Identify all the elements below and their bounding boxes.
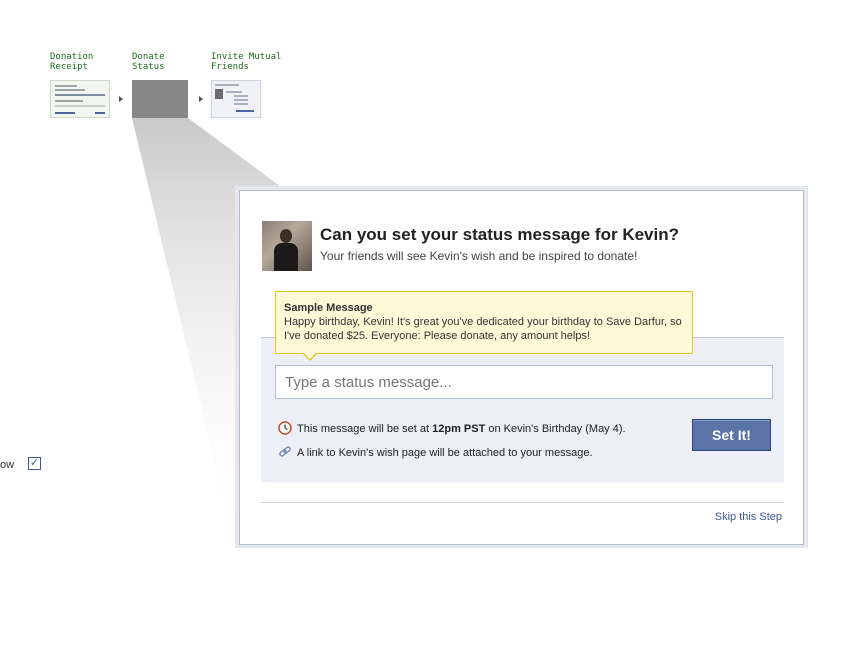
schedule-suffix: on Kevin's Birthday (May 4). (485, 423, 626, 435)
sample-heading: Sample Message (284, 302, 373, 314)
step-label-donation-receipt: Donation Receipt (50, 52, 94, 72)
schedule-note: This message will be set at 12pm PST on … (278, 421, 626, 435)
sample-message-tooltip: Sample Message Happy birthday, Kevin! It… (275, 291, 693, 354)
dialog-title: Can you set your status message for Kevi… (320, 225, 679, 244)
sample-body: Happy birthday, Kevin! It's great you've… (284, 316, 682, 342)
link-note: A link to Kevin's wish page will be atta… (278, 445, 593, 459)
dialog-subtitle: Your friends will see Kevin's wish and b… (320, 249, 638, 263)
link-note-text: A link to Kevin's wish page will be atta… (297, 447, 593, 459)
checkbox[interactable]: ✓ (28, 457, 41, 470)
step-label-invite-friends: Invite Mutual Friends (211, 52, 282, 72)
thumbnail-invite-friends[interactable] (211, 80, 261, 118)
cutoff-label: ow (0, 459, 15, 471)
flow-arrow-icon (199, 96, 203, 102)
status-dialog: Can you set your status message for Kevi… (239, 190, 804, 545)
schedule-prefix: This message will be set at (297, 423, 433, 435)
set-it-button[interactable]: Set It! (692, 419, 771, 451)
link-icon (279, 446, 291, 457)
step-label-donate-status: Donate Status (132, 52, 165, 72)
status-panel (261, 337, 784, 482)
skip-step-link[interactable]: Skip this Step (715, 511, 782, 523)
thumbnail-donate-status[interactable] (132, 80, 188, 118)
status-message-input[interactable] (275, 365, 773, 399)
divider (261, 502, 784, 503)
flow-arrow-icon (119, 96, 123, 102)
clock-icon (278, 421, 292, 435)
schedule-time: 12pm PST (432, 423, 486, 435)
thumbnail-donation-receipt[interactable] (50, 80, 110, 118)
avatar (262, 221, 312, 271)
